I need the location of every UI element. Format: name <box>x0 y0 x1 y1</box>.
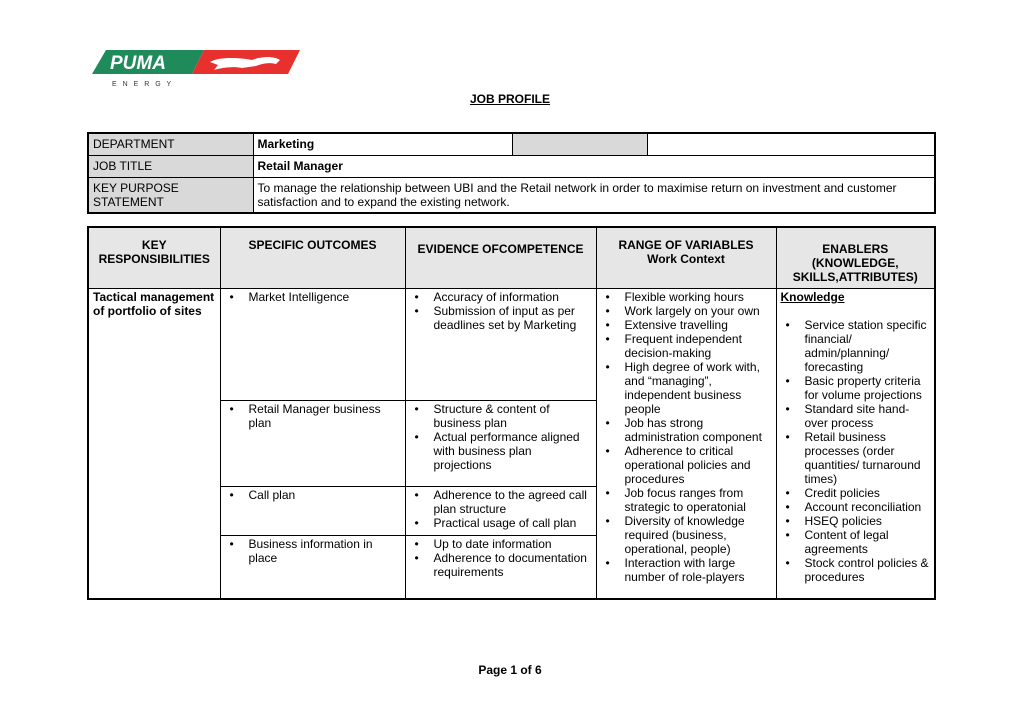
enablers-cell: Knowledge Service station specific finan… <box>775 288 936 599</box>
page-footer: Page 1 of 6 <box>478 663 542 677</box>
outcome-item: Call plan <box>225 488 401 502</box>
evidence-cell: Up to date information Adherence to docu… <box>404 535 597 599</box>
logo-graphic: PUMA E N E R G Y <box>92 50 300 88</box>
logo-tagline: E N E R G Y <box>112 81 173 88</box>
range-item: High degree of work with, and “managing”… <box>601 360 772 416</box>
range-item: Frequent independent decision-making <box>601 332 772 360</box>
header-evidence-label: EVIDENCE OFCOMPETENCE <box>417 242 584 256</box>
outcome-item: Market Intelligence <box>225 290 401 304</box>
evidence-cell: Structure & content of business plan Act… <box>404 400 597 487</box>
job-title-value: Retail Manager <box>252 154 936 178</box>
evidence-item: Practical usage of call plan <box>410 516 592 530</box>
evidence-item: Adherence to the agreed call plan struct… <box>410 488 592 516</box>
header-range-of-variables: RANGE OF VARIABLES Work Context <box>595 226 777 289</box>
empty-cell <box>646 132 936 156</box>
enabler-item: Account reconciliation <box>781 500 931 514</box>
empty-shaded-cell <box>511 132 648 156</box>
evidence-item: Submission of input as per deadlines set… <box>410 304 592 332</box>
range-item: Flexible working hours <box>601 290 772 304</box>
enabler-item: Basic property criteria for volume proje… <box>781 374 931 402</box>
outcome-cell: Market Intelligence <box>219 288 406 401</box>
department-value: Marketing <box>252 132 513 156</box>
header-specific-outcomes: SPECIFIC OUTCOMES <box>219 226 406 289</box>
enabler-item: Retail business processes (order quantit… <box>781 430 931 486</box>
range-item: Job has strong administration component <box>601 416 772 444</box>
enabler-item: Credit policies <box>781 486 931 500</box>
range-item: Interaction with large number of role-pl… <box>601 556 772 584</box>
evidence-item: Up to date information <box>410 537 592 551</box>
job-title-label: JOB TITLE <box>87 154 254 178</box>
job-info-table: DEPARTMENT Marketing JOB TITLE Retail Ma… <box>87 132 936 214</box>
enabler-item: Content of legal agreements <box>781 528 931 556</box>
range-item: Work largely on your own <box>601 304 772 318</box>
outcome-cell: Retail Manager business plan <box>219 400 406 487</box>
purpose-label: KEY PURPOSE STATEMENT <box>87 176 254 213</box>
logo-brand-text: PUMA <box>110 53 166 74</box>
range-item: Job focus ranges from strategic to opera… <box>601 486 772 514</box>
evidence-item: Actual performance aligned with business… <box>410 430 592 472</box>
outcome-cell: Call plan <box>219 486 406 536</box>
outcome-item: Business information in place <box>225 537 401 565</box>
range-item: Extensive travelling <box>601 318 772 332</box>
evidence-cell: Adherence to the agreed call plan struct… <box>404 486 597 536</box>
purpose-value: To manage the relationship between UBI a… <box>252 176 936 213</box>
header-enablers: ENABLERS (KNOWLEDGE, SKILLS,ATTRIBUTES) <box>775 226 936 289</box>
key-responsibility-cell: Tactical management of portfolio of site… <box>87 288 221 599</box>
range-item: Diversity of knowledge required (busines… <box>601 514 772 556</box>
outcome-cell: Business information in place <box>219 535 406 599</box>
header-key-responsibilities: KEY RESPONSIBILITIES <box>87 226 221 289</box>
evidence-cell: Accuracy of information Submission of in… <box>404 288 597 401</box>
range-of-variables-cell: Flexible working hours Work largely on y… <box>595 288 777 599</box>
document-title: JOB PROFILE <box>469 92 550 106</box>
responsibilities-table: KEY RESPONSIBILITIES SPECIFIC OUTCOMES E… <box>87 226 936 600</box>
department-label: DEPARTMENT <box>87 132 254 156</box>
evidence-item: Accuracy of information <box>410 290 592 304</box>
puma-energy-logo: PUMA E N E R G Y <box>92 50 302 90</box>
range-item: Adherence to critical operational polici… <box>601 444 772 486</box>
enabler-item: HSEQ policies <box>781 514 931 528</box>
evidence-item: Adherence to documentation requirements <box>410 551 592 579</box>
enabler-item: Stock control policies & procedures <box>781 556 931 584</box>
header-evidence: EVIDENCE OFCOMPETENCE <box>404 226 597 289</box>
evidence-item: Structure & content of business plan <box>410 402 592 430</box>
outcome-item: Retail Manager business plan <box>225 402 401 430</box>
header-range-sublabel: Work Context <box>647 252 725 266</box>
enabler-item: Service station specific financial/ admi… <box>781 318 931 374</box>
header-range-label: RANGE OF VARIABLES <box>618 238 754 252</box>
enablers-heading: Knowledge <box>780 290 845 304</box>
enabler-item: Standard site hand-over process <box>781 402 931 430</box>
